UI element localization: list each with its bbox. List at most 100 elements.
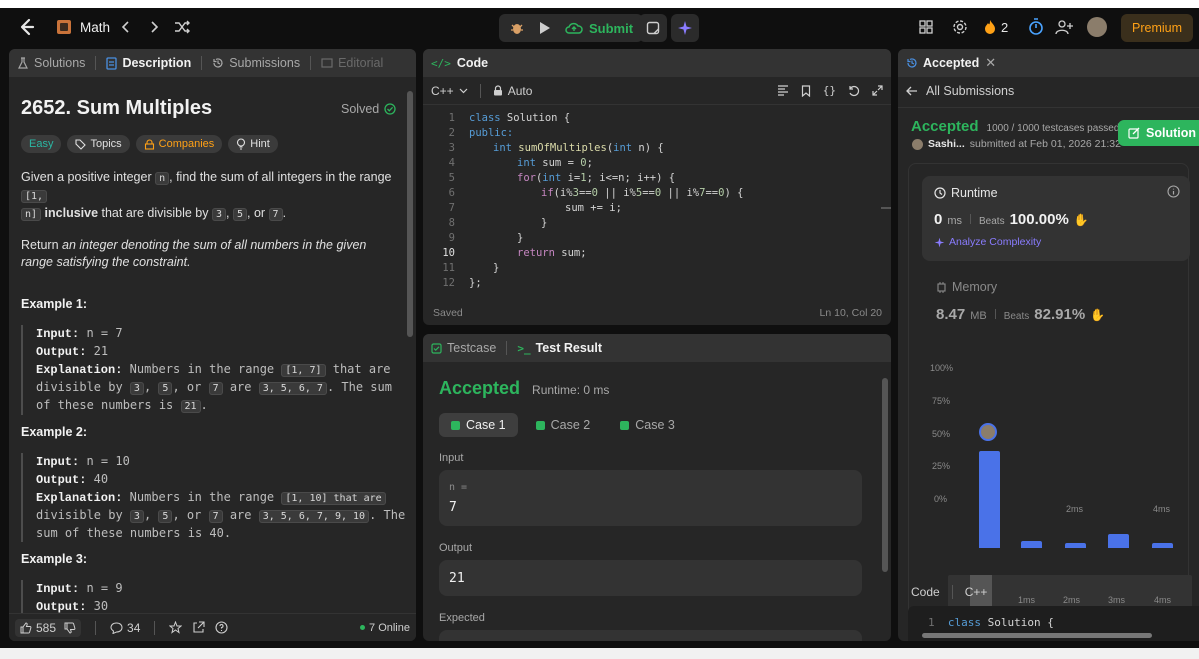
test-scrollbar[interactable] <box>882 378 888 572</box>
expected-label: Expected <box>439 612 485 624</box>
code-preview[interactable]: 1 class Solution { <box>908 606 1199 641</box>
layout-icon[interactable] <box>919 20 933 34</box>
run-icon[interactable] <box>539 21 551 35</box>
example-value: of these numbers is <box>36 398 181 412</box>
inline-code: n] <box>21 208 42 221</box>
case-tab[interactable]: Case 3 <box>608 413 687 437</box>
chart-bar[interactable] <box>979 451 1000 548</box>
code-line: 8} <box>423 216 891 231</box>
user-name[interactable]: Sashi... <box>928 138 965 150</box>
leetcode-logo-icon[interactable] <box>18 18 36 38</box>
topics-label: Topics <box>90 138 122 150</box>
desc-text: Given a positive integer <box>21 170 156 184</box>
thumbs-down-icon[interactable] <box>64 622 76 634</box>
add-friend-icon[interactable] <box>1055 19 1073 35</box>
auto-mode[interactable]: Auto <box>493 84 532 98</box>
chart-bar[interactable] <box>1152 542 1173 548</box>
chart-bar[interactable] <box>1065 542 1086 548</box>
tab-test-result[interactable]: >_ Test Result <box>517 341 602 355</box>
code-token: int <box>493 142 512 154</box>
test-verdict: Accepted <box>439 378 521 398</box>
tab-submissions[interactable]: Submissions <box>212 56 300 70</box>
streak-counter[interactable]: 2 <box>984 19 1008 35</box>
braces-icon[interactable]: {} <box>823 84 836 97</box>
topics-chip[interactable]: Topics <box>67 135 130 153</box>
memory-stats: 8.47 MB Beats 82.91% ✋ <box>936 306 1105 323</box>
favorite-star-icon[interactable] <box>169 621 183 634</box>
help-icon[interactable] <box>215 621 228 634</box>
tab-testcase[interactable]: Testcase <box>431 341 496 355</box>
code-token: Solution { <box>500 112 571 124</box>
case-tab[interactable]: Case 1 <box>439 413 518 437</box>
problem-list-button[interactable]: Math <box>56 19 110 35</box>
example-title: Example 2: <box>21 425 88 439</box>
code-token: if <box>541 187 554 199</box>
line-number: 9 <box>448 232 455 244</box>
expand-icon[interactable] <box>872 85 883 96</box>
case-tab[interactable]: Case 2 <box>524 413 603 437</box>
line-number: 12 <box>442 277 455 289</box>
info-icon[interactable] <box>1167 185 1180 198</box>
example-block: Input: n = 9 Output: 30 <box>21 580 401 616</box>
runtime-card[interactable]: Runtime 0 ms Beats 100.00% ✋ Analyze Com… <box>922 176 1190 261</box>
timer-icon[interactable] <box>1028 18 1044 36</box>
format-icon[interactable] <box>777 85 789 96</box>
result-tab-header: Accepted ✕ <box>898 49 1199 77</box>
tab-editorial[interactable]: Editorial <box>321 56 383 70</box>
history-icon <box>907 58 917 68</box>
share-icon[interactable] <box>192 621 205 634</box>
close-tab-icon[interactable]: ✕ <box>985 55 996 71</box>
avatar[interactable] <box>1087 17 1107 37</box>
description-scrollbar[interactable] <box>407 91 413 337</box>
x-tick-label: 2ms <box>1066 504 1084 514</box>
solution-button[interactable]: Solution <box>1118 120 1199 146</box>
memory-header[interactable]: Memory <box>936 280 997 294</box>
analyze-complexity-link[interactable]: Analyze Complexity <box>934 236 1041 248</box>
bookmark-icon[interactable] <box>801 84 811 97</box>
input-value: 7 <box>449 500 457 515</box>
comments-button[interactable]: 34 <box>110 621 140 635</box>
clap-icon: ✋ <box>1090 308 1106 322</box>
input-box[interactable]: n = 7 <box>439 470 862 526</box>
horizontal-scrollbar[interactable] <box>922 633 1152 638</box>
problem-title[interactable]: 2652. Sum Multiples <box>21 97 212 120</box>
submit-button[interactable]: Submit <box>565 21 633 36</box>
example-value: , <box>143 508 159 522</box>
expected-box[interactable] <box>439 630 862 641</box>
premium-button[interactable]: Premium <box>1121 14 1194 42</box>
inline-code: 21 <box>180 400 201 413</box>
online-count: 7 Online <box>360 622 410 634</box>
output-box[interactable]: 21 <box>439 560 862 596</box>
test-runtime: Runtime: 0 ms <box>532 383 610 397</box>
tab-accepted[interactable]: Accepted <box>906 56 979 70</box>
tab-divider <box>506 341 508 355</box>
tab-description[interactable]: Description <box>106 56 191 70</box>
case-label: Case 2 <box>550 418 591 432</box>
notes-icon[interactable] <box>639 14 667 42</box>
tab-editorial-label: Editorial <box>338 56 384 70</box>
shuffle-icon[interactable] <box>174 20 190 34</box>
settings-gear-icon[interactable] <box>952 19 968 35</box>
all-submissions-link[interactable]: All Submissions <box>906 84 1014 98</box>
debug-icon[interactable] <box>509 20 525 36</box>
arrow-left-icon <box>906 86 917 96</box>
tab-divider <box>310 56 312 70</box>
ai-sparkle-icon[interactable] <box>671 14 699 42</box>
next-problem-icon[interactable] <box>149 20 159 34</box>
divider <box>951 585 953 599</box>
chart-bar[interactable] <box>1108 533 1129 548</box>
hint-chip[interactable]: Hint <box>228 135 278 153</box>
difficulty-chip[interactable]: Easy <box>21 135 62 153</box>
prev-problem-icon[interactable] <box>121 20 131 34</box>
companies-chip[interactable]: Companies <box>135 135 223 153</box>
sparkle-icon <box>934 237 945 247</box>
language-select[interactable]: C++ <box>431 84 468 98</box>
code-editor[interactable]: 1 class Solution { 2 public: 3 int sumOfMul… <box>423 111 891 291</box>
submission-result-panel: Accepted ✕ All Submissions Accepted 1000… <box>898 49 1199 641</box>
example-title: Example 3: <box>21 552 88 566</box>
code-token: int <box>517 157 536 169</box>
chart-bar[interactable] <box>1021 541 1042 548</box>
reset-icon[interactable] <box>848 85 860 97</box>
like-button[interactable]: 585 <box>15 618 82 637</box>
tab-solutions[interactable]: Solutions <box>17 56 85 70</box>
